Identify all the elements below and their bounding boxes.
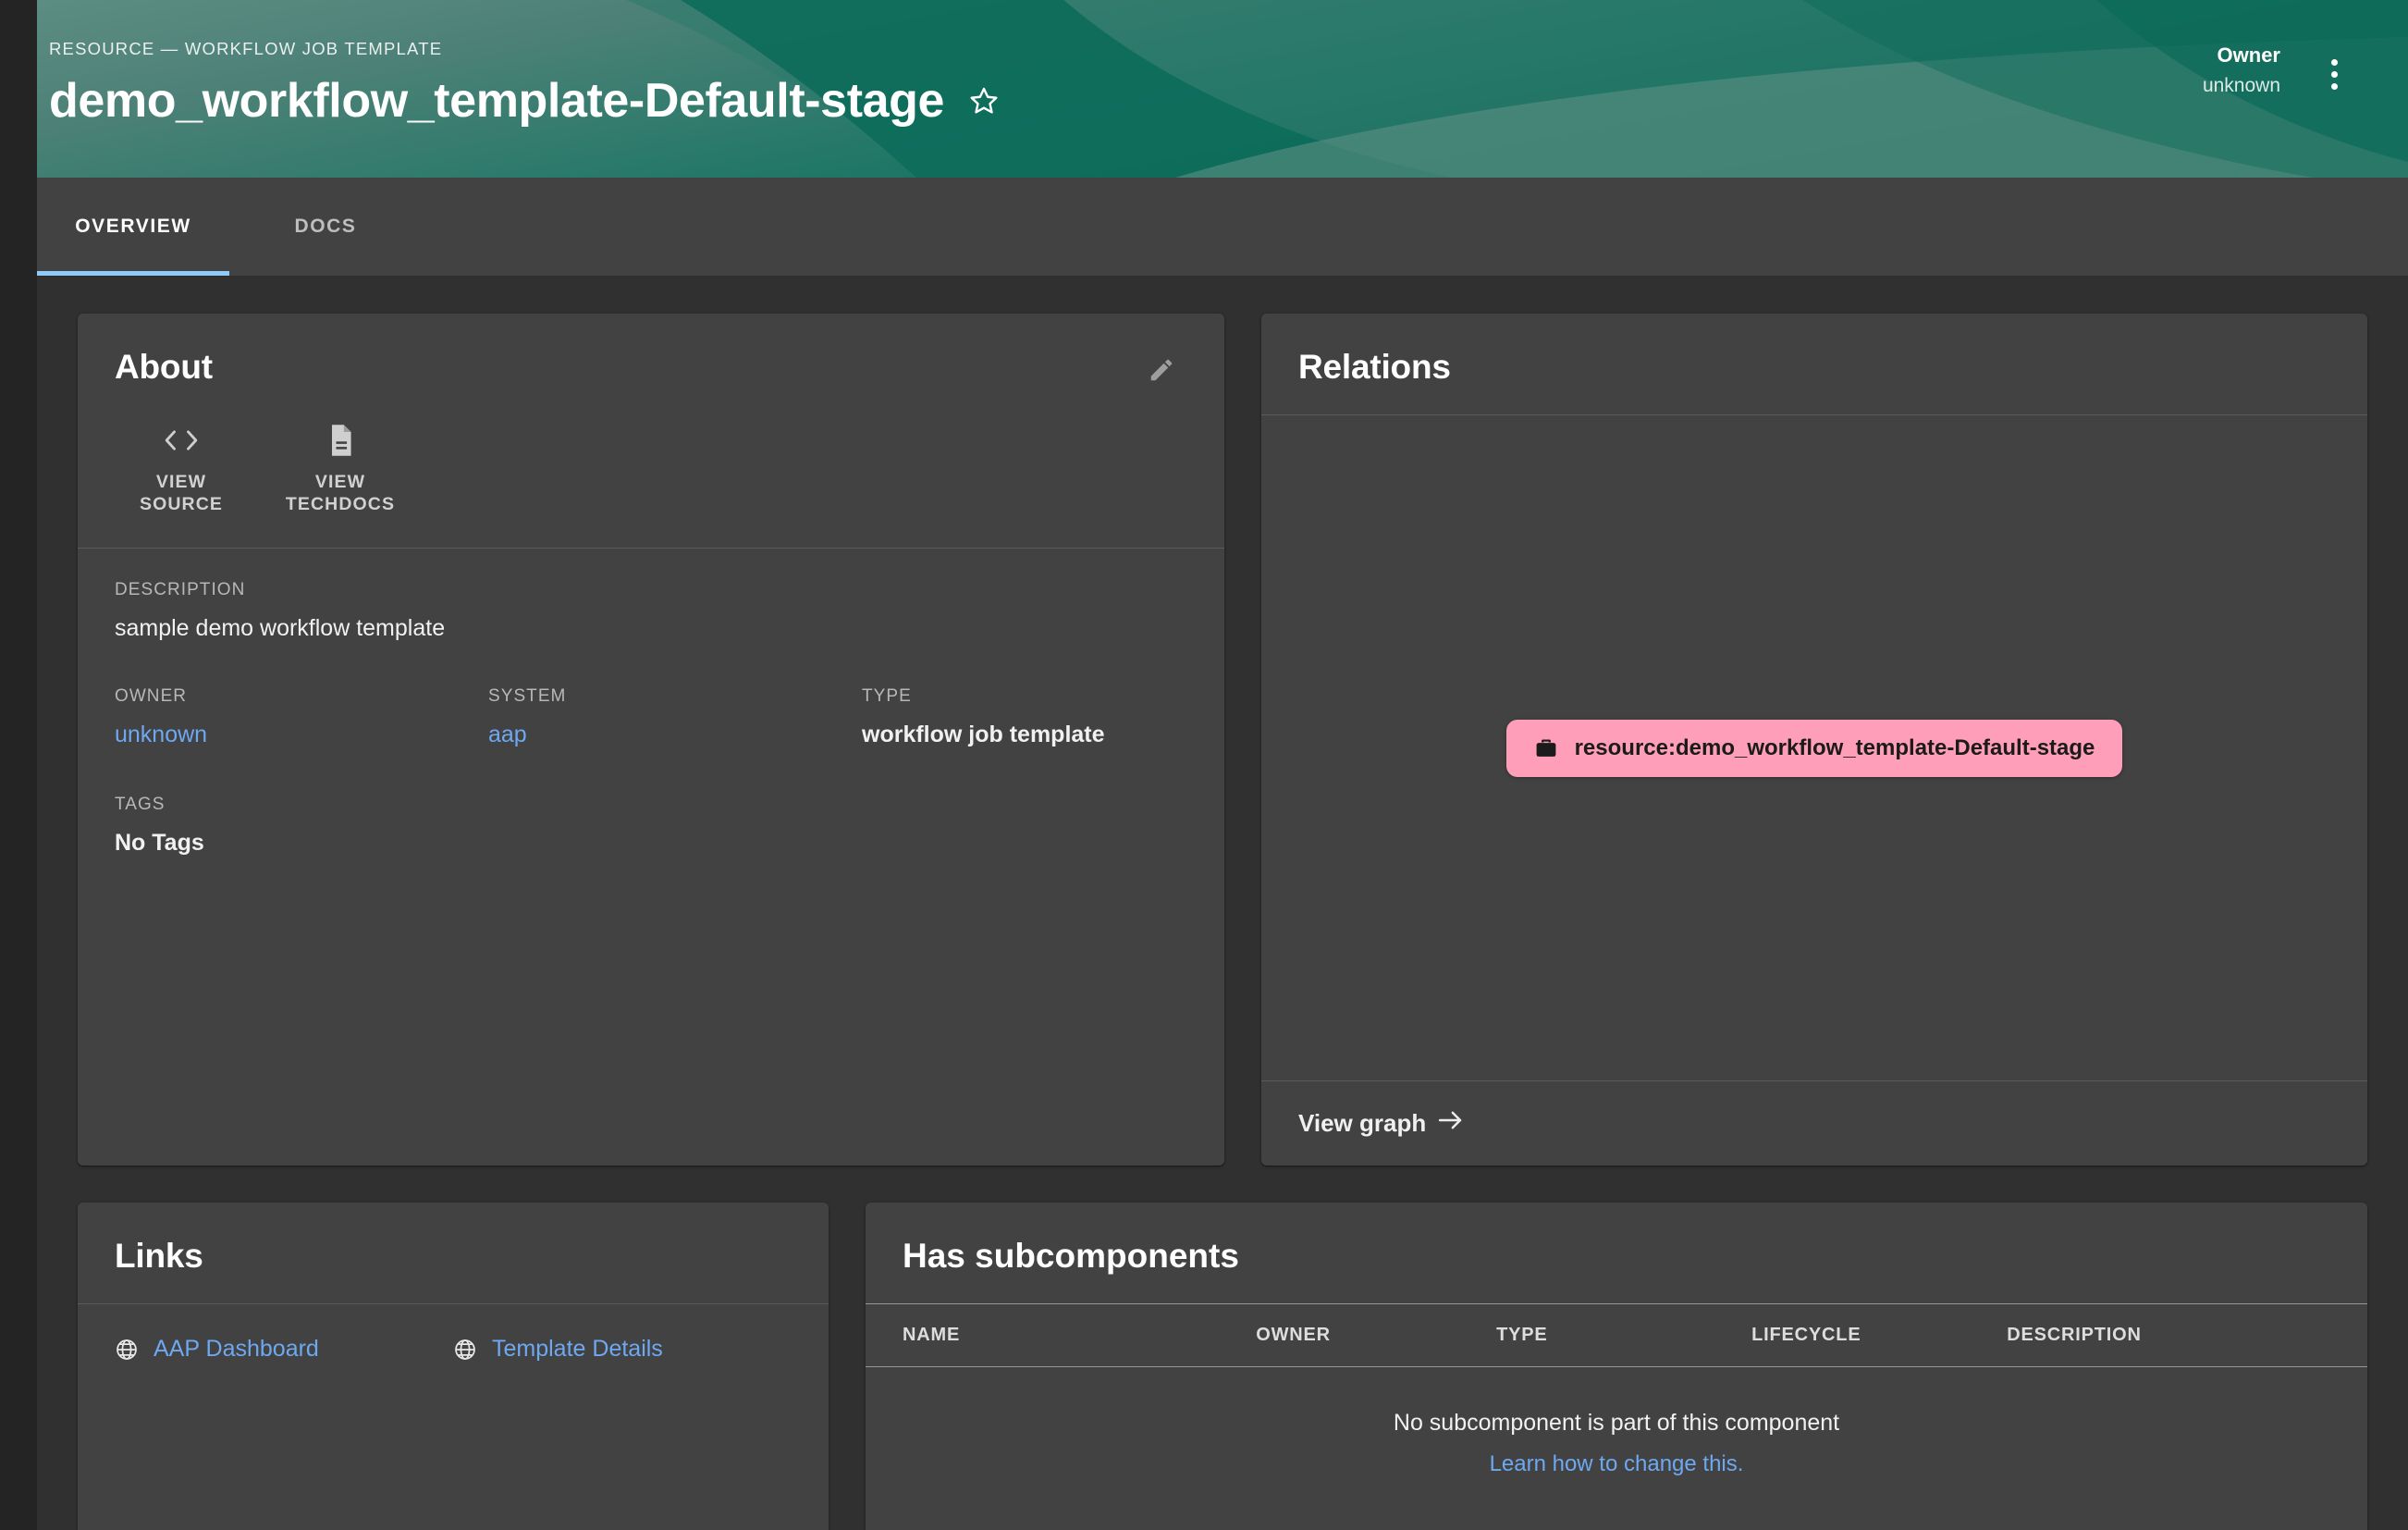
owner-label: Owner [2203,44,2280,67]
pencil-icon[interactable] [1136,344,1187,396]
view-source-label: VIEW SOURCE [140,472,223,516]
system-field: SYSTEM aap [488,686,862,748]
content-row-2: Links AAP [78,1203,2367,1530]
description-field: DESCRIPTION sample demo workflow templat… [115,580,1187,642]
owner-block: Owner unknown [2203,44,2280,97]
column-header-name[interactable]: NAME [866,1304,1256,1367]
link-item-template-details[interactable]: Template Details [453,1336,792,1363]
view-source-line2: SOURCE [140,494,223,514]
globe-icon [453,1338,477,1362]
owner-field: OWNER unknown [115,686,488,748]
owner-field-value: unknown [115,722,488,748]
about-body: DESCRIPTION sample demo workflow templat… [78,549,1224,1166]
subcomponents-table: NAME OWNER TYPE LIFECYCLE DESCRIPTION No… [866,1303,2367,1496]
links-card-header: Links [78,1203,829,1303]
owner-link[interactable]: unknown [115,722,207,747]
main-content: About [37,277,2408,1530]
owner-field-label: OWNER [115,686,488,707]
about-card: About [78,314,1224,1166]
empty-link-wrap: Learn how to change this. [884,1451,2349,1477]
page-title: demo_workflow_template-Default-stage [49,76,944,127]
relations-graph-canvas[interactable]: resource:demo_workflow_template-Default-… [1261,415,2367,1080]
header-content: RESOURCE — WORKFLOW JOB TEMPLATE demo_wo… [10,0,2408,178]
column-header-type[interactable]: TYPE [1496,1304,1751,1367]
column-header-lifecycle[interactable]: LIFECYCLE [1751,1304,2007,1367]
tags-label: TAGS [115,795,1187,815]
links-card: Links AAP [78,1203,829,1530]
tags-field: TAGS No Tags [115,795,1187,857]
about-actions: VIEW SOURCE [78,396,1224,548]
view-graph-label: View graph [1298,1109,1426,1138]
document-icon [326,420,355,461]
page-header: RESOURCE — WORKFLOW JOB TEMPLATE demo_wo… [10,0,2408,178]
type-field-value: workflow job template [862,722,1105,748]
star-outline-icon[interactable] [963,80,1005,122]
link-label: AAP Dashboard [154,1336,319,1363]
links-body: AAP Dashboard Template De [78,1304,829,1400]
system-link[interactable]: aap [488,722,527,747]
system-field-value: aap [488,722,862,748]
owner-value: unknown [2203,75,2280,97]
tab-overview[interactable]: OVERVIEW [37,178,229,276]
view-techdocs-line2: TECHDOCS [286,494,395,514]
view-techdocs-action[interactable]: VIEW TECHDOCS [285,420,396,516]
view-graph-link[interactable]: View graph [1298,1109,1465,1138]
about-card-header: About [78,314,1224,396]
column-header-description[interactable]: DESCRIPTION [2007,1304,2367,1367]
links-title: Links [115,1237,203,1276]
tags-value: No Tags [115,830,1187,857]
relation-node[interactable]: resource:demo_workflow_template-Default-… [1506,720,2123,777]
empty-message: No subcomponent is part of this componen… [884,1410,2349,1437]
table-body: No subcomponent is part of this componen… [866,1367,2367,1497]
system-field-label: SYSTEM [488,686,862,707]
app-root: RESOURCE — WORKFLOW JOB TEMPLATE demo_wo… [0,0,2408,1530]
description-label: DESCRIPTION [115,580,1187,600]
about-title: About [115,348,213,387]
table-head: NAME OWNER TYPE LIFECYCLE DESCRIPTION [866,1304,2367,1367]
subcomponents-header: Has subcomponents [866,1203,2367,1303]
empty-state: No subcomponent is part of this componen… [866,1367,2367,1497]
description-value: sample demo workflow template [115,615,1187,642]
code-brackets-icon [163,420,200,461]
relations-card: Relations resource:demo_workflow_templat… [1261,314,2367,1166]
briefcase-icon [1534,737,1558,759]
learn-how-link[interactable]: Learn how to change this. [1490,1451,1744,1476]
view-techdocs-line1: VIEW [315,472,365,492]
view-techdocs-label: VIEW TECHDOCS [286,472,395,516]
more-vertical-icon[interactable] [2314,48,2354,100]
sidebar-rail[interactable] [0,0,37,1530]
relations-card-header: Relations [1261,314,2367,414]
subcomponents-card: Has subcomponents NAME OWNER TYPE LIFECY… [866,1203,2367,1530]
link-item-aap-dashboard[interactable]: AAP Dashboard [115,1336,453,1363]
relations-title: Relations [1298,348,1451,387]
title-row: demo_workflow_template-Default-stage [49,76,2353,127]
subcomponents-title: Has subcomponents [903,1237,2330,1276]
tab-docs[interactable]: DOCS [229,178,422,276]
globe-icon [115,1338,139,1362]
content-row-1: About [78,314,2367,1166]
about-meta-row: OWNER unknown SYSTEM aap TYP [115,686,1187,748]
header-owner-area: Owner unknown [2203,44,2354,100]
tab-overview-label: OVERVIEW [75,216,191,238]
arrow-right-icon [1437,1109,1465,1138]
column-header-owner[interactable]: OWNER [1256,1304,1496,1367]
link-label: Template Details [492,1336,663,1363]
view-source-action[interactable]: VIEW SOURCE [126,420,237,516]
type-field: TYPE workflow job template [862,686,1105,748]
table-header-row: NAME OWNER TYPE LIFECYCLE DESCRIPTION [866,1304,2367,1367]
tab-list: OVERVIEW DOCS [37,178,2408,276]
tab-docs-label: DOCS [294,216,356,238]
tabbar: OVERVIEW DOCS [37,178,2408,277]
view-source-line1: VIEW [156,472,206,492]
relation-node-label: resource:demo_workflow_template-Default-… [1575,735,2095,761]
type-field-label: TYPE [862,686,1105,707]
breadcrumb: RESOURCE — WORKFLOW JOB TEMPLATE [49,39,2353,59]
table-empty-row: No subcomponent is part of this componen… [866,1367,2367,1497]
relations-footer: View graph [1261,1080,2367,1166]
